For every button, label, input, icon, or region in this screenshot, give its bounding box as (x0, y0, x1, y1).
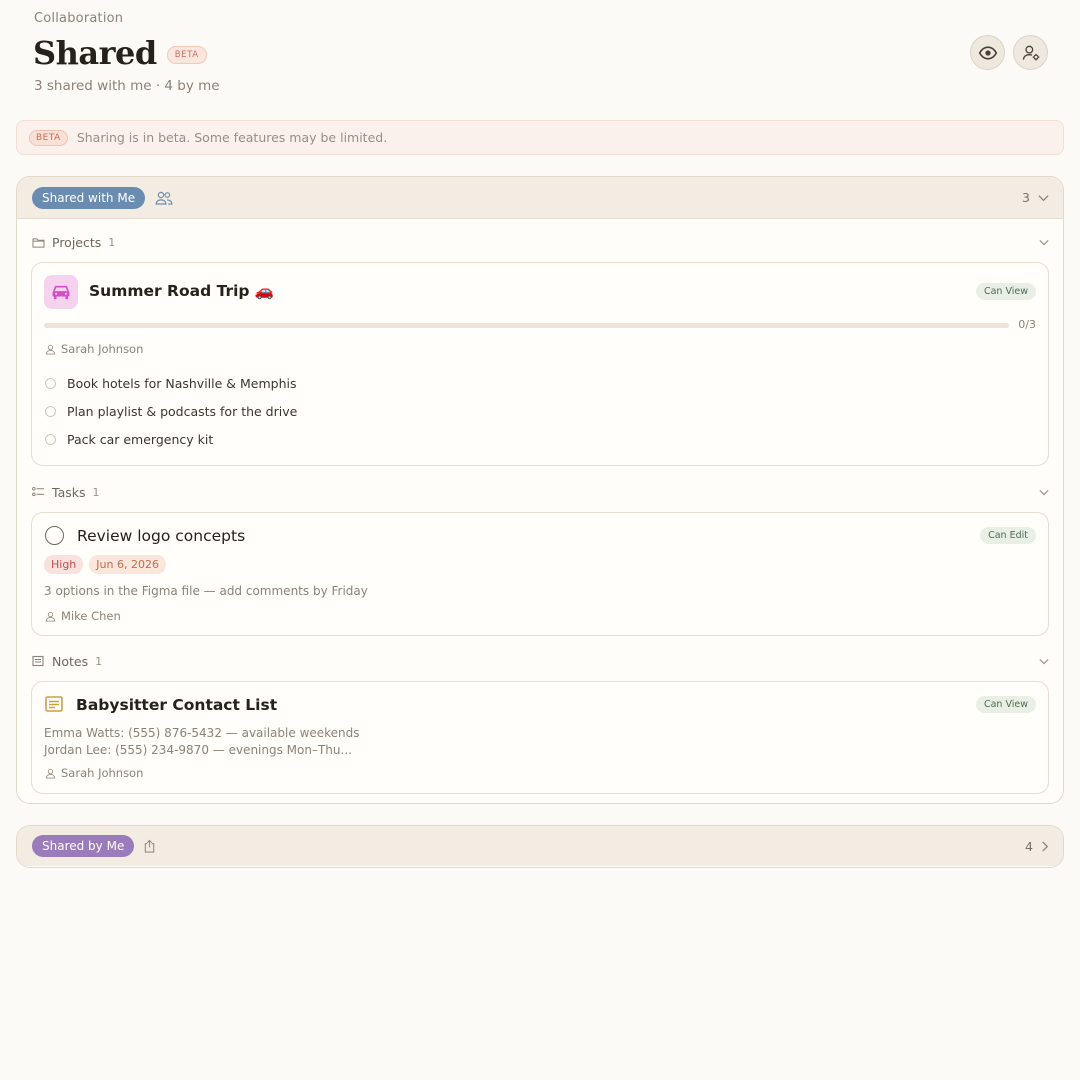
title-row: Shared BETA (33, 34, 207, 72)
task-complete-toggle[interactable] (45, 526, 64, 545)
due-date-tag: Jun 6, 2026 (89, 555, 166, 574)
owner-name: Sarah Johnson (61, 766, 144, 780)
task-title: Review logo concepts (77, 527, 246, 545)
projects-group-label: Projects (52, 234, 102, 250)
chevron-down-icon[interactable] (1039, 239, 1049, 246)
user-icon (45, 344, 56, 355)
owner-name: Sarah Johnson (61, 342, 144, 356)
progress-bar (44, 323, 1009, 328)
projects-group-header[interactable]: Projects 1 (17, 232, 1063, 252)
note-preview-line: Emma Watts: (555) 876-5432 — available w… (44, 726, 360, 740)
shared-page: Collaboration Shared BETA 3 shared with … (0, 0, 1080, 1080)
note-card[interactable]: Babysitter Contact List Can View Emma Wa… (31, 681, 1049, 794)
shared-by-me-header[interactable]: Shared by Me 4 (17, 826, 1063, 866)
note-preview: Emma Watts: (555) 876-5432 — available w… (44, 725, 360, 759)
owner-row: Mike Chen (45, 609, 121, 623)
note-document-icon (45, 696, 63, 716)
permission-badge: Can View (975, 696, 1036, 713)
chevron-down-icon[interactable] (1039, 489, 1049, 496)
project-card[interactable]: Summer Road Trip 🚗 Can View 0/3 Sarah Jo… (31, 262, 1049, 466)
eye-icon (978, 45, 997, 60)
car-icon (44, 275, 78, 309)
shared-with-me-header[interactable]: Shared with Me 3 (17, 177, 1063, 219)
permission-badge: Can View (975, 283, 1036, 300)
shared-by-me-meta: 4 (1025, 839, 1049, 854)
task-tags: High Jun 6, 2026 (44, 555, 172, 574)
banner-text: Sharing is in beta. Some features may be… (76, 130, 388, 145)
project-checklist: Book hotels for Nashville & Memphis Plan… (45, 369, 297, 453)
projects-group-count: 1 (108, 235, 116, 249)
notes-group-header[interactable]: Notes 1 (17, 651, 1063, 671)
tasks-group-header[interactable]: Tasks 1 (17, 482, 1063, 502)
task-list-icon (32, 485, 46, 499)
beta-badge: BETA (166, 46, 207, 64)
progress-text: 0/3 (1018, 318, 1036, 331)
task-description: 3 options in the Figma file — add commen… (44, 584, 368, 598)
shared-by-me-pill: Shared by Me (32, 835, 135, 857)
project-title: Summer Road Trip 🚗 (89, 282, 275, 300)
owner-row: Sarah Johnson (45, 766, 143, 780)
users-icon (155, 190, 173, 206)
note-title: Babysitter Contact List (76, 696, 278, 714)
share-icon (143, 839, 156, 853)
user-settings-icon (1022, 45, 1039, 60)
task-card[interactable]: Review logo concepts Can Edit High Jun 6… (31, 512, 1049, 636)
owner-name: Mike Chen (61, 609, 121, 623)
permission-badge: Can Edit (980, 527, 1036, 544)
owner-row: Sarah Johnson (45, 342, 143, 356)
note-preview-line: Jordan Lee: (555) 234-9870 — evenings Mo… (44, 743, 352, 757)
checklist-item[interactable]: Plan playlist & podcasts for the drive (45, 397, 297, 425)
note-icon (32, 654, 46, 668)
folder-icon (32, 235, 46, 249)
checklist-item-label: Book hotels for Nashville & Memphis (67, 375, 297, 391)
checkbox-circle[interactable] (45, 377, 56, 389)
beta-banner: BETA Sharing is in beta. Some features m… (16, 120, 1064, 155)
user-icon (45, 768, 56, 779)
priority-tag: High (44, 555, 84, 574)
shared-with-me-pill: Shared with Me (32, 186, 146, 209)
notes-group-label: Notes (52, 653, 89, 669)
checklist-item[interactable]: Pack car emergency kit (45, 425, 297, 453)
checklist-item[interactable]: Book hotels for Nashville & Memphis (45, 369, 297, 397)
header-actions (970, 35, 1048, 70)
chevron-down-icon[interactable] (1038, 194, 1049, 202)
notes-group-count: 1 (95, 654, 103, 668)
tasks-group-label: Tasks (52, 484, 86, 500)
shared-with-me-section: Shared with Me 3 Projects 1 Summer Road … (16, 176, 1064, 804)
checklist-item-label: Pack car emergency kit (67, 431, 214, 447)
shared-by-me-count: 4 (1025, 838, 1033, 854)
checkbox-circle[interactable] (45, 433, 56, 445)
page-title: Shared (33, 34, 157, 72)
chevron-right-icon[interactable] (1041, 840, 1049, 852)
preview-button[interactable] (970, 35, 1005, 70)
user-icon (45, 611, 56, 622)
manage-sharing-button[interactable] (1013, 35, 1048, 70)
banner-beta-badge: BETA (29, 129, 68, 146)
page-eyebrow: Collaboration (34, 11, 124, 26)
tasks-group-count: 1 (92, 485, 100, 499)
chevron-down-icon[interactable] (1039, 658, 1049, 665)
shared-with-me-count: 3 (1022, 190, 1030, 205)
page-subtitle: 3 shared with me · 4 by me (34, 78, 220, 94)
checklist-item-label: Plan playlist & podcasts for the drive (67, 403, 298, 419)
shared-with-me-meta: 3 (1022, 190, 1049, 205)
checkbox-circle[interactable] (45, 405, 56, 417)
shared-by-me-section: Shared by Me 4 (16, 825, 1064, 868)
